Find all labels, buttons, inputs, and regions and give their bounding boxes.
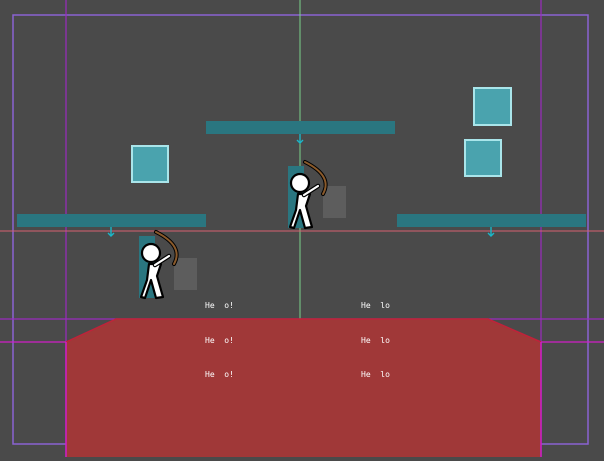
player-archer-center[interactable] [288, 160, 346, 230]
debug-label-group-right: He lo He lo He lo [361, 277, 390, 404]
crate-block-left[interactable] [131, 145, 169, 183]
crate-block-top-right[interactable] [473, 87, 512, 126]
left-platform[interactable] [17, 214, 206, 227]
ghost-block [174, 258, 197, 290]
game-canvas [0, 0, 604, 457]
down-arrow-icon [296, 134, 304, 144]
debug-label: He o! [205, 301, 234, 310]
debug-label-group-left: He o! He o! He o! [205, 277, 234, 404]
debug-label: He lo [361, 335, 390, 345]
crate-block-right[interactable] [464, 139, 502, 177]
top-platform[interactable] [206, 121, 395, 134]
lava-hazard-zone [66, 319, 541, 457]
debug-label: He o! [205, 335, 234, 345]
player-archer-left[interactable] [139, 230, 197, 300]
debug-label: He lo [361, 301, 390, 310]
debug-label: He lo [361, 370, 390, 379]
debug-label: He o! [205, 370, 234, 379]
game-viewport[interactable]: He o! He o! He o! He lo He lo He lo [0, 0, 604, 457]
right-platform[interactable] [397, 214, 586, 227]
